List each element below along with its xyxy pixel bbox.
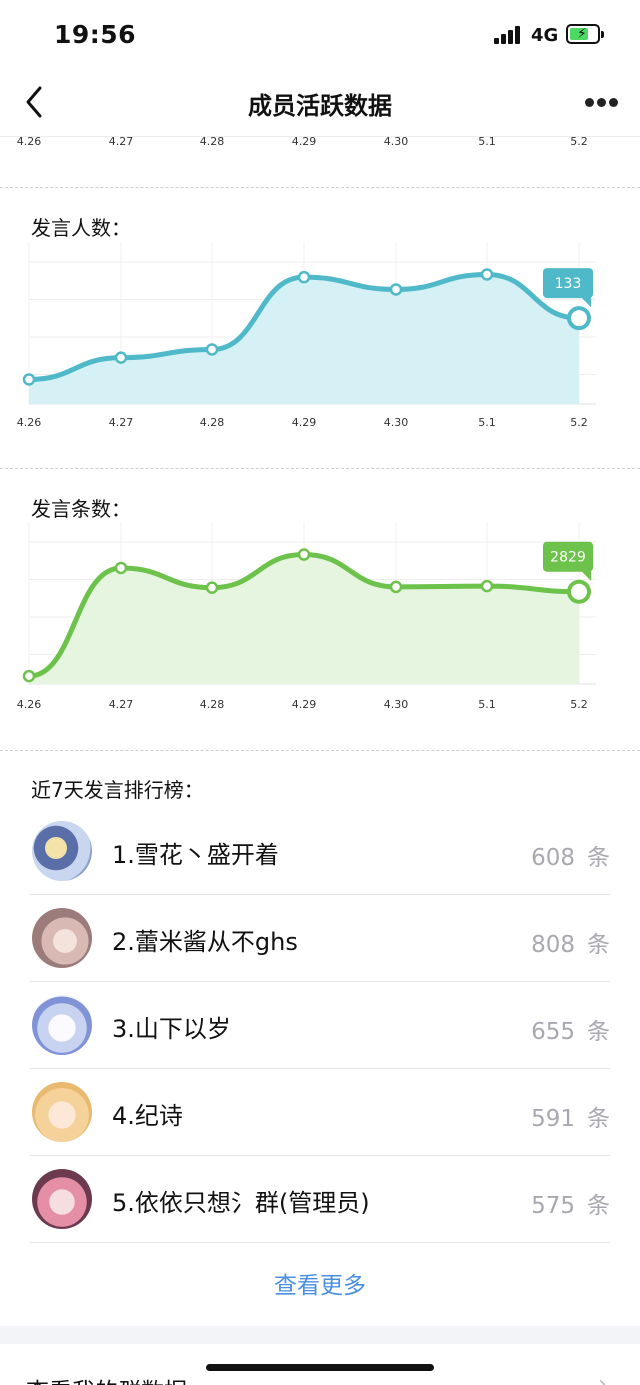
speakers-chart-title: 发言人数： bbox=[31, 216, 131, 240]
more-button[interactable] bbox=[582, 94, 622, 110]
more-dots-icon bbox=[585, 98, 594, 107]
x-tick-label: 5.1 bbox=[478, 416, 496, 429]
data-point bbox=[297, 270, 311, 284]
x-tick-label: 5.1 bbox=[478, 135, 496, 148]
home-indicator bbox=[206, 1364, 434, 1371]
status-bar: 19:56 4G ⚡ bbox=[0, 0, 640, 70]
avatar[interactable] bbox=[32, 908, 92, 968]
section-divider bbox=[0, 187, 640, 188]
messages-chart-title: 发言条数： bbox=[31, 497, 131, 521]
avatar[interactable] bbox=[32, 995, 92, 1055]
page-title: 成员活跃数据 bbox=[248, 92, 392, 120]
data-point bbox=[567, 306, 591, 331]
my-group-data-label: 查看我的群数据 bbox=[26, 1372, 187, 1385]
data-point bbox=[297, 548, 311, 561]
message-count: 808 条 bbox=[531, 932, 610, 958]
x-tick-label: 5.2 bbox=[570, 135, 588, 148]
message-count: 608 条 bbox=[531, 845, 610, 871]
message-count: 591 条 bbox=[531, 1106, 610, 1132]
x-tick-label: 4.28 bbox=[199, 135, 225, 148]
ranking-title: 近7天发言排行榜： bbox=[31, 778, 204, 802]
tooltip-value: 133 bbox=[555, 276, 582, 292]
member-name: 4.纪诗 bbox=[112, 1102, 183, 1130]
chevron-right-icon: › bbox=[598, 1372, 607, 1385]
series-area bbox=[29, 274, 579, 404]
x-tick-label: 4.30 bbox=[383, 416, 409, 429]
messages-area-chart[interactable]: 2829 bbox=[0, 522, 640, 692]
message-count: 575 条 bbox=[531, 1193, 610, 1219]
data-point bbox=[480, 268, 494, 281]
x-tick-label: 4.30 bbox=[383, 698, 409, 711]
x-tick-label: 4.26 bbox=[16, 698, 42, 711]
network-type: 4G bbox=[531, 25, 559, 46]
data-point bbox=[567, 579, 591, 604]
data-point bbox=[389, 283, 403, 296]
x-tick-label: 4.28 bbox=[199, 698, 225, 711]
signal-icon bbox=[494, 26, 522, 44]
section-separator bbox=[0, 1326, 640, 1344]
avatar[interactable] bbox=[32, 1082, 92, 1142]
x-tick-label: 4.27 bbox=[108, 698, 134, 711]
ranking-list: 1.雪花丶盛开着 608 条 2.蕾米酱从不ghs 808 条 3.山下以岁 655… bbox=[30, 808, 610, 1243]
data-point bbox=[480, 579, 494, 593]
section-divider bbox=[0, 750, 640, 751]
member-name: 1.雪花丶盛开着 bbox=[112, 841, 279, 869]
avatar[interactable] bbox=[32, 821, 92, 881]
avatar[interactable] bbox=[32, 1169, 92, 1229]
data-point bbox=[205, 581, 219, 594]
x-tick-label: 4.29 bbox=[291, 416, 317, 429]
x-tick-label: 5.1 bbox=[478, 698, 496, 711]
member-name: 3.山下以岁 bbox=[112, 1015, 231, 1043]
ranking-item[interactable]: 2.蕾米酱从不ghs 808 条 bbox=[30, 895, 610, 982]
view-more-link[interactable]: 查看更多 bbox=[0, 1266, 640, 1300]
nav-bar: 成员活跃数据 bbox=[0, 70, 640, 137]
data-point bbox=[22, 669, 36, 683]
series-area bbox=[29, 554, 579, 684]
member-name: 2.蕾米酱从不ghs bbox=[112, 928, 298, 956]
x-tick-label: 4.29 bbox=[291, 135, 317, 148]
x-tick-label: 4.30 bbox=[383, 135, 409, 148]
x-tick-label: 4.27 bbox=[108, 135, 134, 148]
x-tick-label: 4.27 bbox=[108, 416, 134, 429]
x-tick-label: 4.26 bbox=[16, 135, 42, 148]
x-tick-label: 4.28 bbox=[199, 416, 225, 429]
x-tick-label: 4.29 bbox=[291, 698, 317, 711]
data-point bbox=[114, 351, 128, 364]
battery-icon: ⚡ bbox=[566, 24, 604, 44]
speakers-area-chart[interactable]: 133 bbox=[0, 242, 640, 412]
x-tick-label: 5.2 bbox=[570, 416, 588, 429]
message-count: 655 条 bbox=[531, 1019, 610, 1045]
status-time: 19:56 bbox=[54, 20, 137, 49]
section-divider bbox=[0, 468, 640, 469]
data-point bbox=[114, 561, 128, 575]
ranking-item[interactable]: 1.雪花丶盛开着 608 条 bbox=[30, 808, 610, 895]
ranking-item[interactable]: 5.依依只想氵群(管理员) 575 条 bbox=[30, 1156, 610, 1243]
data-point bbox=[389, 580, 403, 594]
data-point bbox=[205, 343, 219, 356]
x-tick-label: 4.26 bbox=[16, 416, 42, 429]
x-tick-label: 5.2 bbox=[570, 698, 588, 711]
tooltip-pointer bbox=[581, 297, 591, 308]
ranking-item[interactable]: 4.纪诗 591 条 bbox=[30, 1069, 610, 1156]
data-point bbox=[22, 373, 36, 386]
ranking-item[interactable]: 3.山下以岁 655 条 bbox=[30, 982, 610, 1069]
member-name: 5.依依只想氵群(管理员) bbox=[112, 1189, 370, 1217]
tooltip-value: 2829 bbox=[550, 550, 586, 566]
